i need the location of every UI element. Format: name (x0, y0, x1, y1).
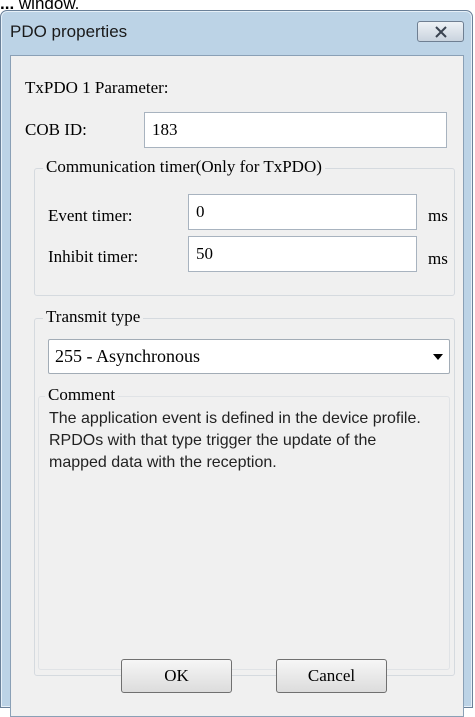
transmit-type-select[interactable]: 255 - Asynchronous (48, 339, 450, 374)
event-timer-label: Event timer: (48, 206, 133, 225)
close-icon (434, 25, 447, 38)
event-timer-field[interactable]: 0 (188, 194, 417, 230)
dialog-body: TxPDO 1 Parameter: COB ID: 183 Communica… (10, 55, 464, 717)
chevron-down-icon (433, 354, 443, 360)
cob-id-field[interactable]: 183 (144, 112, 447, 148)
comment-title: Comment (45, 385, 119, 405)
window-title: PDO properties (10, 22, 128, 41)
cancel-button[interactable]: Cancel (276, 659, 387, 693)
pdo-heading: TxPDO 1 Parameter: (25, 78, 169, 97)
transmit-type-title: Transmit type (43, 307, 144, 327)
inhibit-timer-unit: ms (428, 249, 448, 268)
communication-timer-group: Communication timer(Only for TxPDO) (34, 157, 455, 296)
comment-text: The application event is defined in the … (49, 410, 421, 471)
pdo-properties-dialog: PDO properties TxPDO 1 Parameter: COB ID… (0, 10, 473, 717)
transmit-type-value: 255 - Asynchronous (55, 346, 200, 366)
event-timer-unit: ms (428, 206, 448, 225)
close-button[interactable] (417, 21, 464, 42)
cob-id-label: COB ID: (25, 120, 87, 139)
communication-timer-title: Communication timer(Only for TxPDO) (43, 157, 325, 177)
title-bar[interactable]: PDO properties (1, 11, 472, 55)
inhibit-timer-field[interactable]: 50 (188, 236, 417, 272)
inhibit-timer-label: Inhibit timer: (48, 247, 139, 266)
ok-button[interactable]: OK (121, 659, 232, 693)
